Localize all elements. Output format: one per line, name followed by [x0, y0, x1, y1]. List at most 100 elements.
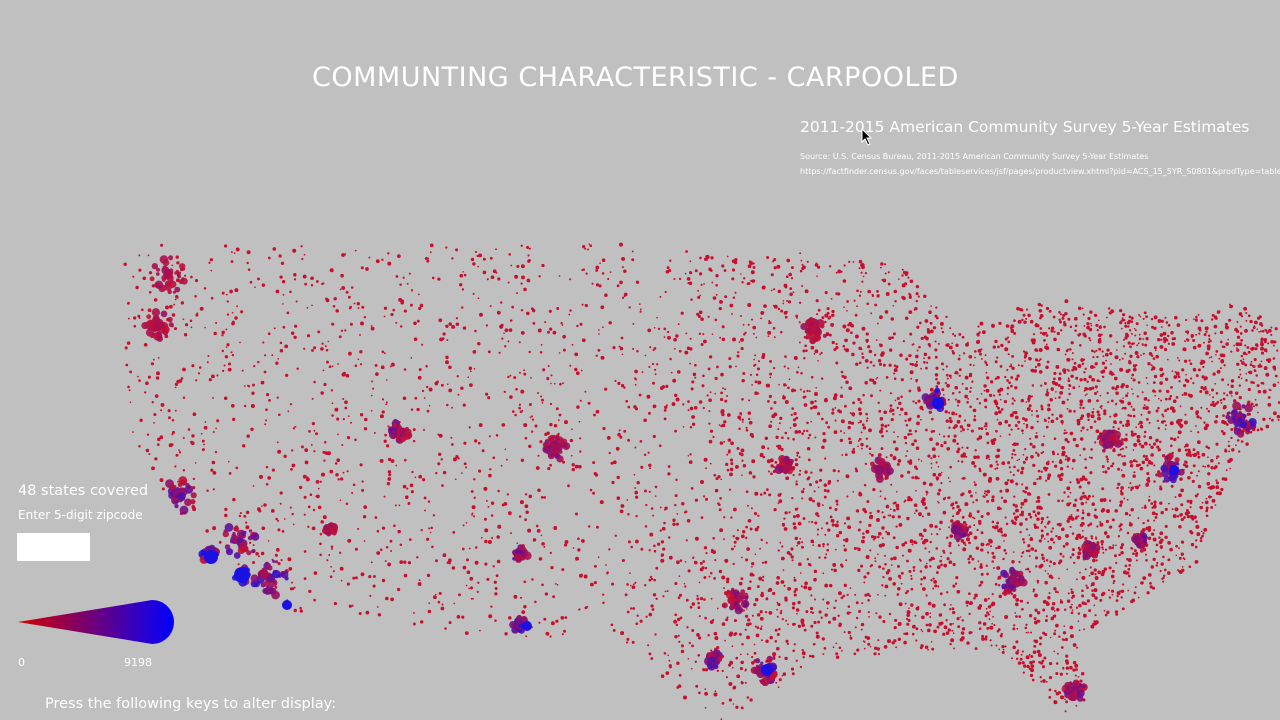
zipcode-dot [768, 394, 772, 399]
zipcode-dot [1213, 315, 1218, 320]
zipcode-dot [776, 646, 780, 651]
zipcode-dot [914, 475, 919, 480]
zipcode-dot [824, 291, 828, 295]
zipcode-dot [756, 626, 760, 630]
zipcode-dot [598, 284, 602, 288]
zipcode-dot [861, 262, 864, 266]
zipcode-dot [282, 293, 285, 296]
zipcode-dot [1119, 367, 1124, 372]
zipcode-dot [1152, 557, 1156, 562]
zipcode-dot [917, 295, 920, 298]
zipcode-dot [1025, 425, 1029, 428]
zipcode-dot [836, 503, 839, 506]
zipcode-dot [520, 282, 523, 285]
zipcode-dot [767, 335, 770, 338]
zipcode-dot [843, 548, 847, 552]
zipcode-dot [1221, 477, 1225, 481]
zipcode-dot [648, 549, 651, 552]
zipcode-dot [1215, 442, 1219, 446]
zipcode-dot [829, 515, 833, 519]
zipcode-dot [489, 256, 493, 260]
zipcode-dot [886, 531, 891, 536]
zipcode-dot [1010, 657, 1014, 660]
zipcode-dot [1079, 679, 1083, 683]
zipcode-dot [1207, 334, 1211, 337]
zipcode-dot [147, 254, 150, 257]
zipcode-dot [664, 290, 667, 294]
zipcode-dot [971, 380, 974, 383]
zipcode-dot [866, 366, 869, 369]
zipcode-dot [990, 644, 993, 647]
zipcode-dot [276, 519, 280, 522]
zipcode-dot [822, 572, 825, 575]
zipcode-dot [1238, 450, 1241, 453]
zipcode-dot [527, 528, 532, 533]
zipcode-dot [696, 594, 699, 597]
zipcode-dot [426, 385, 429, 389]
zipcode-dot [985, 428, 988, 431]
zipcode-dot [906, 450, 909, 453]
zipcode-dot [1195, 333, 1198, 336]
zipcode-dot [1029, 442, 1033, 446]
zipcode-dot [1020, 506, 1023, 509]
zipcode-dot [993, 604, 995, 606]
zipcode-dot [1153, 442, 1157, 446]
zipcode-dot [287, 410, 290, 413]
zipcode-dot [1238, 342, 1243, 347]
zipcode-dot [1083, 334, 1087, 338]
zipcode-dot [530, 307, 534, 311]
zipcode-dot [1155, 354, 1159, 359]
zipcode-dot [1126, 531, 1130, 535]
zipcode-dot [808, 497, 813, 502]
zipcode-dot [528, 350, 531, 354]
zipcode-dot [309, 493, 313, 497]
zipcode-dot [321, 342, 324, 345]
zipcode-dot [445, 324, 449, 329]
zipcode-dot [226, 300, 229, 303]
zipcode-dot [1072, 503, 1077, 508]
zipcode-dot [930, 417, 934, 421]
zipcode-dot [488, 614, 493, 619]
zipcode-dot [1188, 359, 1191, 362]
zipcode-dot [232, 417, 236, 422]
zipcode-dot [820, 417, 824, 421]
zipcode-dot [730, 441, 734, 446]
zipcode-dot [792, 622, 795, 626]
zipcode-dot [397, 254, 401, 258]
zipcode-dot [1042, 679, 1046, 683]
zipcode-dot [643, 453, 647, 457]
zipcode-dot [526, 245, 530, 249]
zipcode-dot [778, 627, 781, 631]
zipcode-dot [901, 295, 905, 299]
zipcode-dot [504, 448, 507, 451]
zipcode-dot [1128, 564, 1131, 567]
zipcode-dot [907, 618, 911, 623]
zipcode-dot [203, 443, 205, 446]
zipcode-dot [167, 409, 171, 413]
zipcode-dot [347, 539, 352, 543]
zipcode-dot [915, 509, 918, 512]
zipcode-dot [858, 437, 862, 441]
zipcode-dot [1157, 448, 1162, 452]
zipcode-dot [861, 423, 865, 427]
zipcode-dot [729, 303, 734, 308]
zipcode-dot [262, 341, 265, 344]
zipcode-dot [1258, 315, 1262, 319]
zipcode-dot [1170, 437, 1174, 441]
zipcode-dot [1147, 399, 1150, 402]
zipcode-dot [260, 380, 265, 385]
zipcode-dot [694, 536, 699, 541]
zipcode-dot [1220, 401, 1223, 404]
zipcode-dot [959, 616, 962, 618]
zipcode-dot [1113, 376, 1118, 381]
zipcode-dot [171, 430, 176, 434]
zipcode-dot [183, 332, 188, 337]
zipcode-dot [1060, 646, 1064, 649]
zipcode-dot [790, 555, 794, 559]
zipcode-dot [985, 454, 990, 459]
zipcode-dot [210, 296, 214, 300]
zipcode-dot [800, 585, 803, 588]
zipcode-dot [1174, 371, 1177, 374]
zipcode-dot [895, 503, 900, 508]
zipcode-dot [1082, 447, 1086, 451]
